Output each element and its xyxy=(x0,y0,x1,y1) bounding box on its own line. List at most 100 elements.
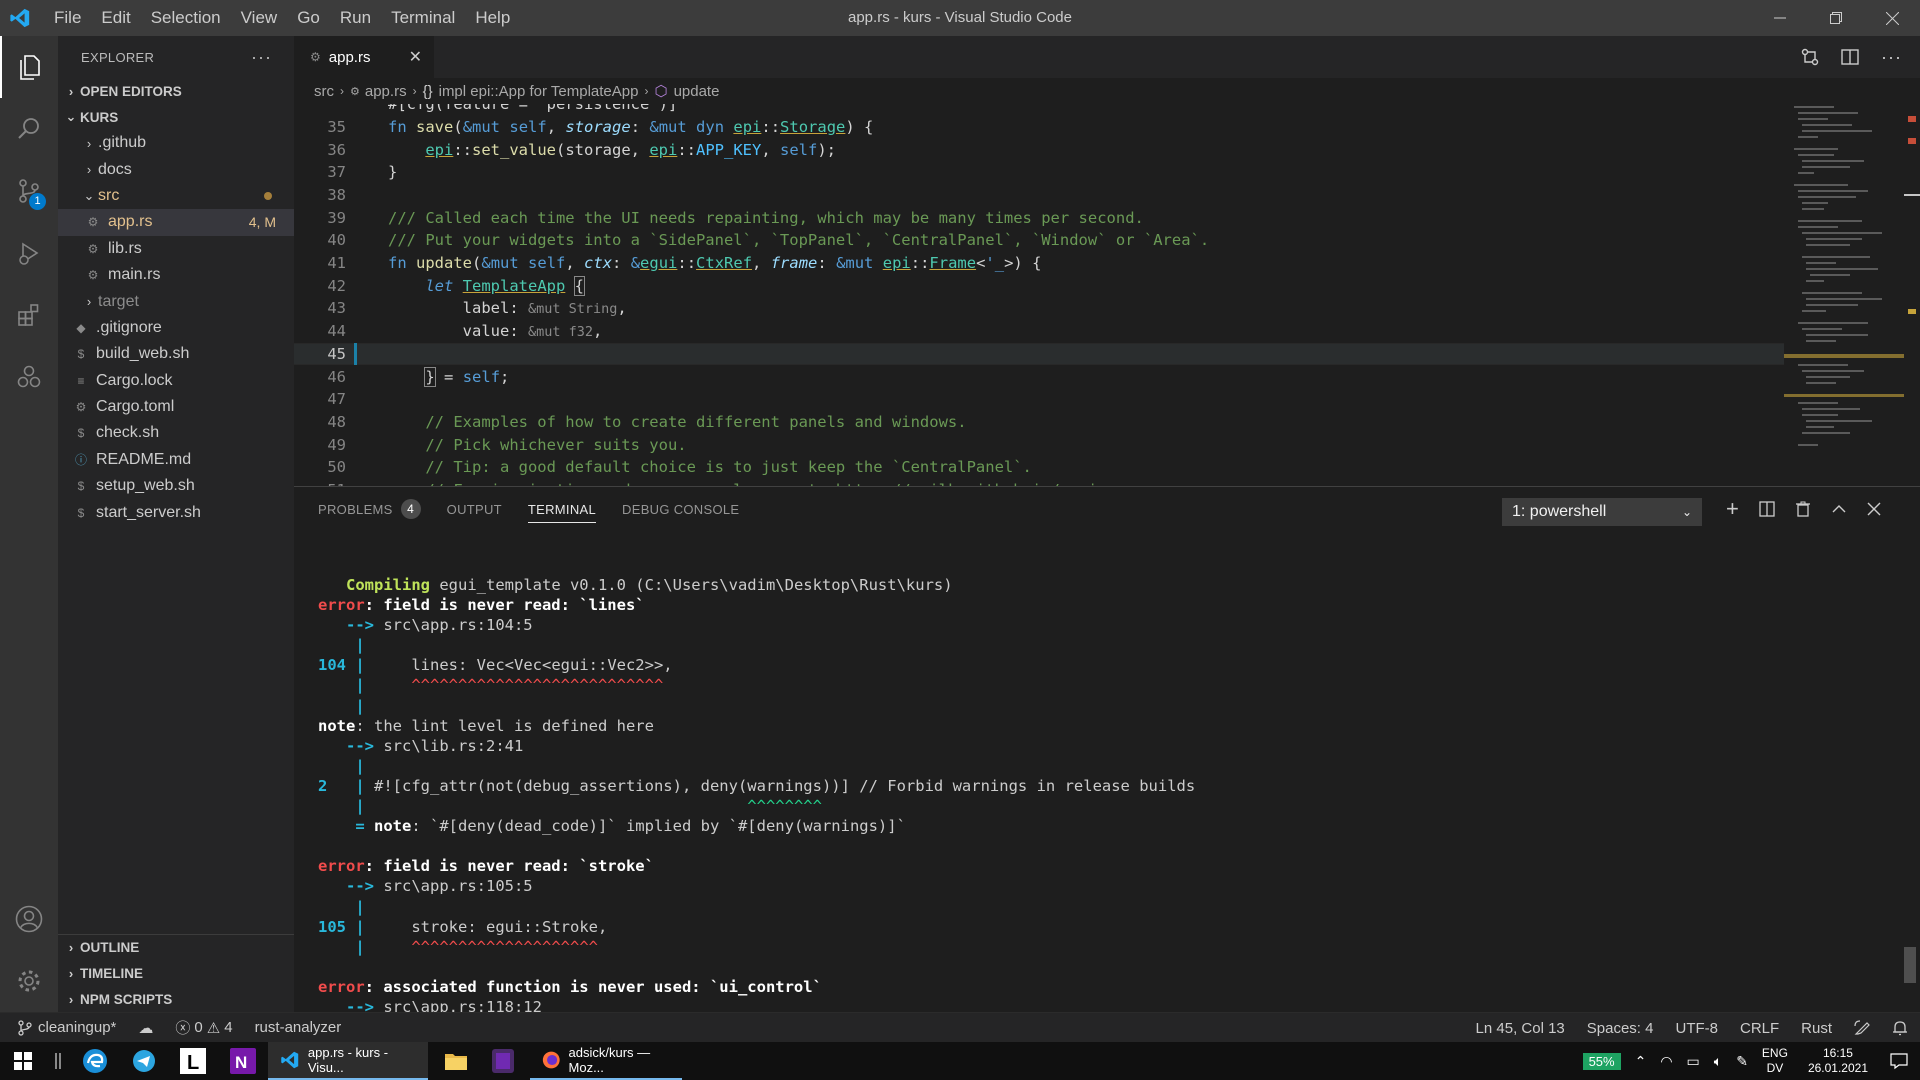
timeline-section[interactable]: › TIMELINE xyxy=(58,960,294,986)
tree-file-lib-rs[interactable]: ⚙ lib.rs xyxy=(58,236,294,262)
taskbar-telegram[interactable] xyxy=(120,1042,168,1080)
tree-file-readme[interactable]: ⓘ README.md xyxy=(58,447,294,473)
tab-debug-console[interactable]: DEBUG CONSOLE xyxy=(622,487,739,531)
start-button[interactable] xyxy=(0,1042,46,1080)
source-control-activity[interactable]: 1 xyxy=(0,160,58,222)
outline-section[interactable]: › OUTLINE xyxy=(58,934,294,960)
eol-status[interactable]: CRLF xyxy=(1740,1020,1779,1037)
volume-icon[interactable]: 🔈︎ xyxy=(1714,1053,1722,1070)
folder-icon xyxy=(445,1054,467,1070)
tree-file-main-rs[interactable]: ⚙ main.rs xyxy=(58,262,294,288)
menu-selection[interactable]: Selection xyxy=(141,0,231,36)
feedback-icon[interactable] xyxy=(1854,1020,1870,1036)
tree-file-build-web[interactable]: $ build_web.sh xyxy=(58,341,294,367)
battery-indicator[interactable]: 55% xyxy=(1582,1052,1621,1070)
more-actions-icon[interactable]: ··· xyxy=(251,47,272,68)
tab-problems[interactable]: PROBLEMS 4 xyxy=(318,487,421,531)
encoding-status[interactable]: UTF-8 xyxy=(1675,1020,1718,1037)
code-editor[interactable]: #[cfg(feature = "persistence")] 35 fn sav… xyxy=(294,104,1904,486)
menu-view[interactable]: View xyxy=(231,0,288,36)
tree-file-start-server[interactable]: $ start_server.sh xyxy=(58,499,294,525)
indentation-status[interactable]: Spaces: 4 xyxy=(1587,1020,1654,1037)
tree-file-gitignore[interactable]: ◆ .gitignore xyxy=(58,315,294,341)
notifications-icon[interactable] xyxy=(1890,1052,1908,1070)
info-icon: ⓘ xyxy=(74,453,87,468)
minimize-button[interactable] xyxy=(1752,0,1808,36)
new-terminal-icon[interactable]: + xyxy=(1726,496,1739,522)
breadcrumb-impl[interactable]: impl epi::App for TemplateApp xyxy=(439,83,639,100)
menu-file[interactable]: File xyxy=(44,0,91,36)
explorer-sidebar: EXPLORER ··· › OPEN EDITORS ⌄ KURS › .gi… xyxy=(58,36,294,1012)
npm-scripts-section[interactable]: › NPM SCRIPTS xyxy=(58,986,294,1012)
tree-folder-src[interactable]: ⌄ src xyxy=(58,183,294,209)
menu-terminal[interactable]: Terminal xyxy=(381,0,465,36)
wifi-icon[interactable]: ◠ xyxy=(1660,1053,1672,1070)
tab-app-rs[interactable]: ⚙ app.rs ✕ xyxy=(294,36,434,78)
open-changes-icon[interactable] xyxy=(1801,48,1819,66)
breadcrumb-file[interactable]: app.rs xyxy=(365,83,407,100)
terminal-select[interactable]: 1: powershell ⌄ xyxy=(1502,498,1702,526)
menu-help[interactable]: Help xyxy=(465,0,520,36)
line-number: 38 xyxy=(327,185,346,204)
menu-go[interactable]: Go xyxy=(287,0,330,36)
tree-file-cargo-lock[interactable]: ≡ Cargo.lock xyxy=(58,368,294,394)
maximize-panel-icon[interactable] xyxy=(1831,501,1847,517)
language-indicator[interactable]: ENG DV xyxy=(1762,1046,1788,1076)
explorer-activity[interactable] xyxy=(0,36,58,98)
taskbar-app-purple[interactable] xyxy=(480,1042,526,1080)
close-panel-icon[interactable] xyxy=(1867,502,1881,516)
taskbar-edge[interactable] xyxy=(70,1042,120,1080)
tab-terminal[interactable]: TERMINAL xyxy=(527,487,597,531)
tree-file-setup-web[interactable]: $ setup_web.sh xyxy=(58,473,294,499)
menu-run[interactable]: Run xyxy=(330,0,381,36)
editor-scrollbar[interactable] xyxy=(1904,104,1920,486)
problems-status[interactable]: ⓧ 0 ⚠ 4 xyxy=(175,1017,232,1038)
language-mode[interactable]: Rust xyxy=(1801,1020,1832,1037)
manage-activity[interactable] xyxy=(0,950,58,1012)
breadcrumb-symbol[interactable]: update xyxy=(674,83,720,100)
tray-chevron-up-icon[interactable]: ⌃ xyxy=(1635,1053,1647,1070)
rust-analyzer-status[interactable]: rust-analyzer xyxy=(255,1019,342,1036)
accounts-activity[interactable] xyxy=(0,888,58,950)
extensions-activity[interactable] xyxy=(0,284,58,346)
remote-activity[interactable] xyxy=(0,346,58,408)
taskbar-lichess[interactable]: L xyxy=(168,1042,218,1080)
taskbar-explorer[interactable] xyxy=(432,1042,480,1080)
battery-icon[interactable]: ▭ xyxy=(1687,1053,1700,1070)
taskbar-onenote[interactable]: N xyxy=(218,1042,268,1080)
cursor-position[interactable]: Ln 45, Col 13 xyxy=(1476,1020,1565,1037)
run-debug-activity[interactable] xyxy=(0,222,58,284)
minimap[interactable] xyxy=(1784,104,1904,486)
tree-label: setup_web.sh xyxy=(96,477,195,495)
tree-folder-docs[interactable]: › docs xyxy=(58,156,294,182)
trash-icon[interactable] xyxy=(1795,501,1811,517)
code-line: 36 epi::set_value(storage, epi::APP_KEY,… xyxy=(294,138,1784,161)
split-terminal-icon[interactable] xyxy=(1759,501,1775,517)
branch-status[interactable]: cleaningup* xyxy=(18,1019,116,1036)
taskbar-vscode[interactable]: app.rs - kurs - Visu... xyxy=(268,1042,428,1080)
tree-file-cargo-toml[interactable]: ⚙ Cargo.toml xyxy=(58,394,294,420)
terminal-output[interactable]: Compiling egui_template v0.1.0 (C:\Users… xyxy=(318,575,1898,1017)
tree-file-check-sh[interactable]: $ check.sh xyxy=(58,420,294,446)
tab-output[interactable]: OUTPUT xyxy=(447,487,502,531)
bell-icon[interactable] xyxy=(1892,1020,1908,1036)
breadcrumb-src[interactable]: src xyxy=(314,83,334,100)
taskbar-firefox[interactable]: adsick/kurs — Moz... xyxy=(530,1042,682,1080)
tree-folder-github[interactable]: › .github xyxy=(58,130,294,156)
sync-icon[interactable]: ☁ xyxy=(138,1019,153,1037)
clock[interactable]: 16:15 26.01.2021 xyxy=(1808,1046,1868,1076)
menu-edit[interactable]: Edit xyxy=(91,0,140,36)
restore-button[interactable] xyxy=(1808,0,1864,36)
split-editor-icon[interactable] xyxy=(1841,48,1859,66)
terminal-scrollbar-thumb[interactable] xyxy=(1904,947,1916,983)
tree-folder-target[interactable]: › target xyxy=(58,288,294,314)
workspace-root-section[interactable]: ⌄ KURS xyxy=(58,104,294,130)
more-editor-actions-icon[interactable]: ··· xyxy=(1881,47,1902,68)
close-tab-icon[interactable]: ✕ xyxy=(409,47,422,67)
tree-file-app-rs[interactable]: ⚙ app.rs 4, M xyxy=(58,209,294,236)
task-view-button[interactable] xyxy=(46,1042,70,1080)
search-activity[interactable] xyxy=(0,98,58,160)
open-editors-section[interactable]: › OPEN EDITORS xyxy=(58,78,294,104)
close-window-button[interactable] xyxy=(1864,0,1920,36)
pen-icon[interactable]: ✎ xyxy=(1736,1053,1748,1070)
